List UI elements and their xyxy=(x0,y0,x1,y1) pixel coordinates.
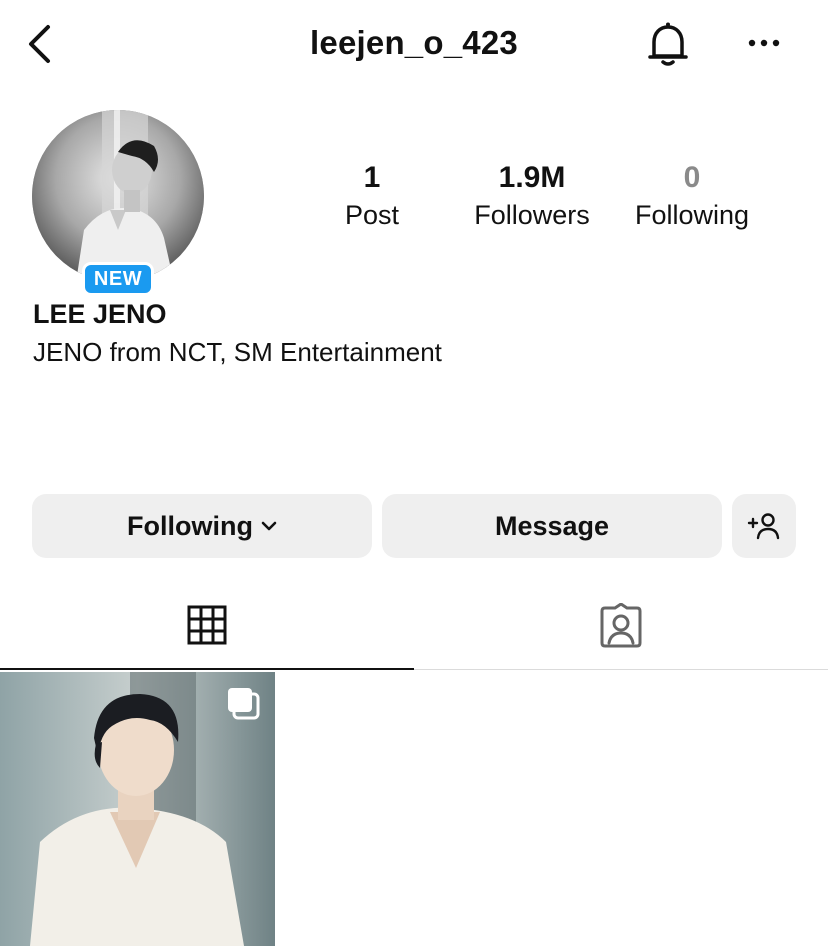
following-button[interactable]: Following xyxy=(32,494,372,558)
add-user-icon xyxy=(747,513,780,540)
multiple-images-icon xyxy=(228,688,260,720)
tab-grid[interactable] xyxy=(0,582,414,670)
notifications-button[interactable] xyxy=(644,18,692,70)
profile-username: leejen_o_423 xyxy=(310,24,518,61)
followers-label: Followers xyxy=(474,200,590,230)
followers-stat[interactable]: 1.9M Followers xyxy=(447,160,617,234)
avatar xyxy=(32,110,204,282)
following-count: 0 xyxy=(683,161,701,194)
new-badge: NEW xyxy=(82,262,154,296)
following-label: Following xyxy=(634,200,750,230)
tagged-person-icon xyxy=(600,603,642,648)
chevron-down-icon xyxy=(261,521,277,531)
posts-count: 1 xyxy=(363,161,381,194)
post-thumbnail[interactable] xyxy=(0,672,275,946)
posts-label: Post xyxy=(344,200,400,230)
bell-icon xyxy=(648,22,688,66)
more-options-button[interactable] xyxy=(744,26,784,60)
top-bar: leejen_o_423 xyxy=(0,0,828,90)
message-button-label: Message xyxy=(494,510,610,541)
message-button[interactable]: Message xyxy=(382,494,722,558)
tab-tagged[interactable] xyxy=(414,582,828,670)
profile-photo xyxy=(32,110,204,282)
profile-avatar[interactable] xyxy=(32,110,204,282)
grid-icon xyxy=(187,605,227,645)
display-name: LEE JENO xyxy=(33,299,167,329)
followers-count: 1.9M xyxy=(498,161,566,194)
profile-tabs xyxy=(0,582,828,670)
more-horizontal-icon xyxy=(748,39,780,47)
add-user-button[interactable] xyxy=(732,494,796,558)
following-button-label: Following xyxy=(127,510,253,541)
posts-stat[interactable]: 1 Post xyxy=(287,160,457,234)
profile-bio: JENO from NCT, SM Entertainment xyxy=(33,337,442,367)
following-stat[interactable]: 0 Following xyxy=(607,160,777,234)
